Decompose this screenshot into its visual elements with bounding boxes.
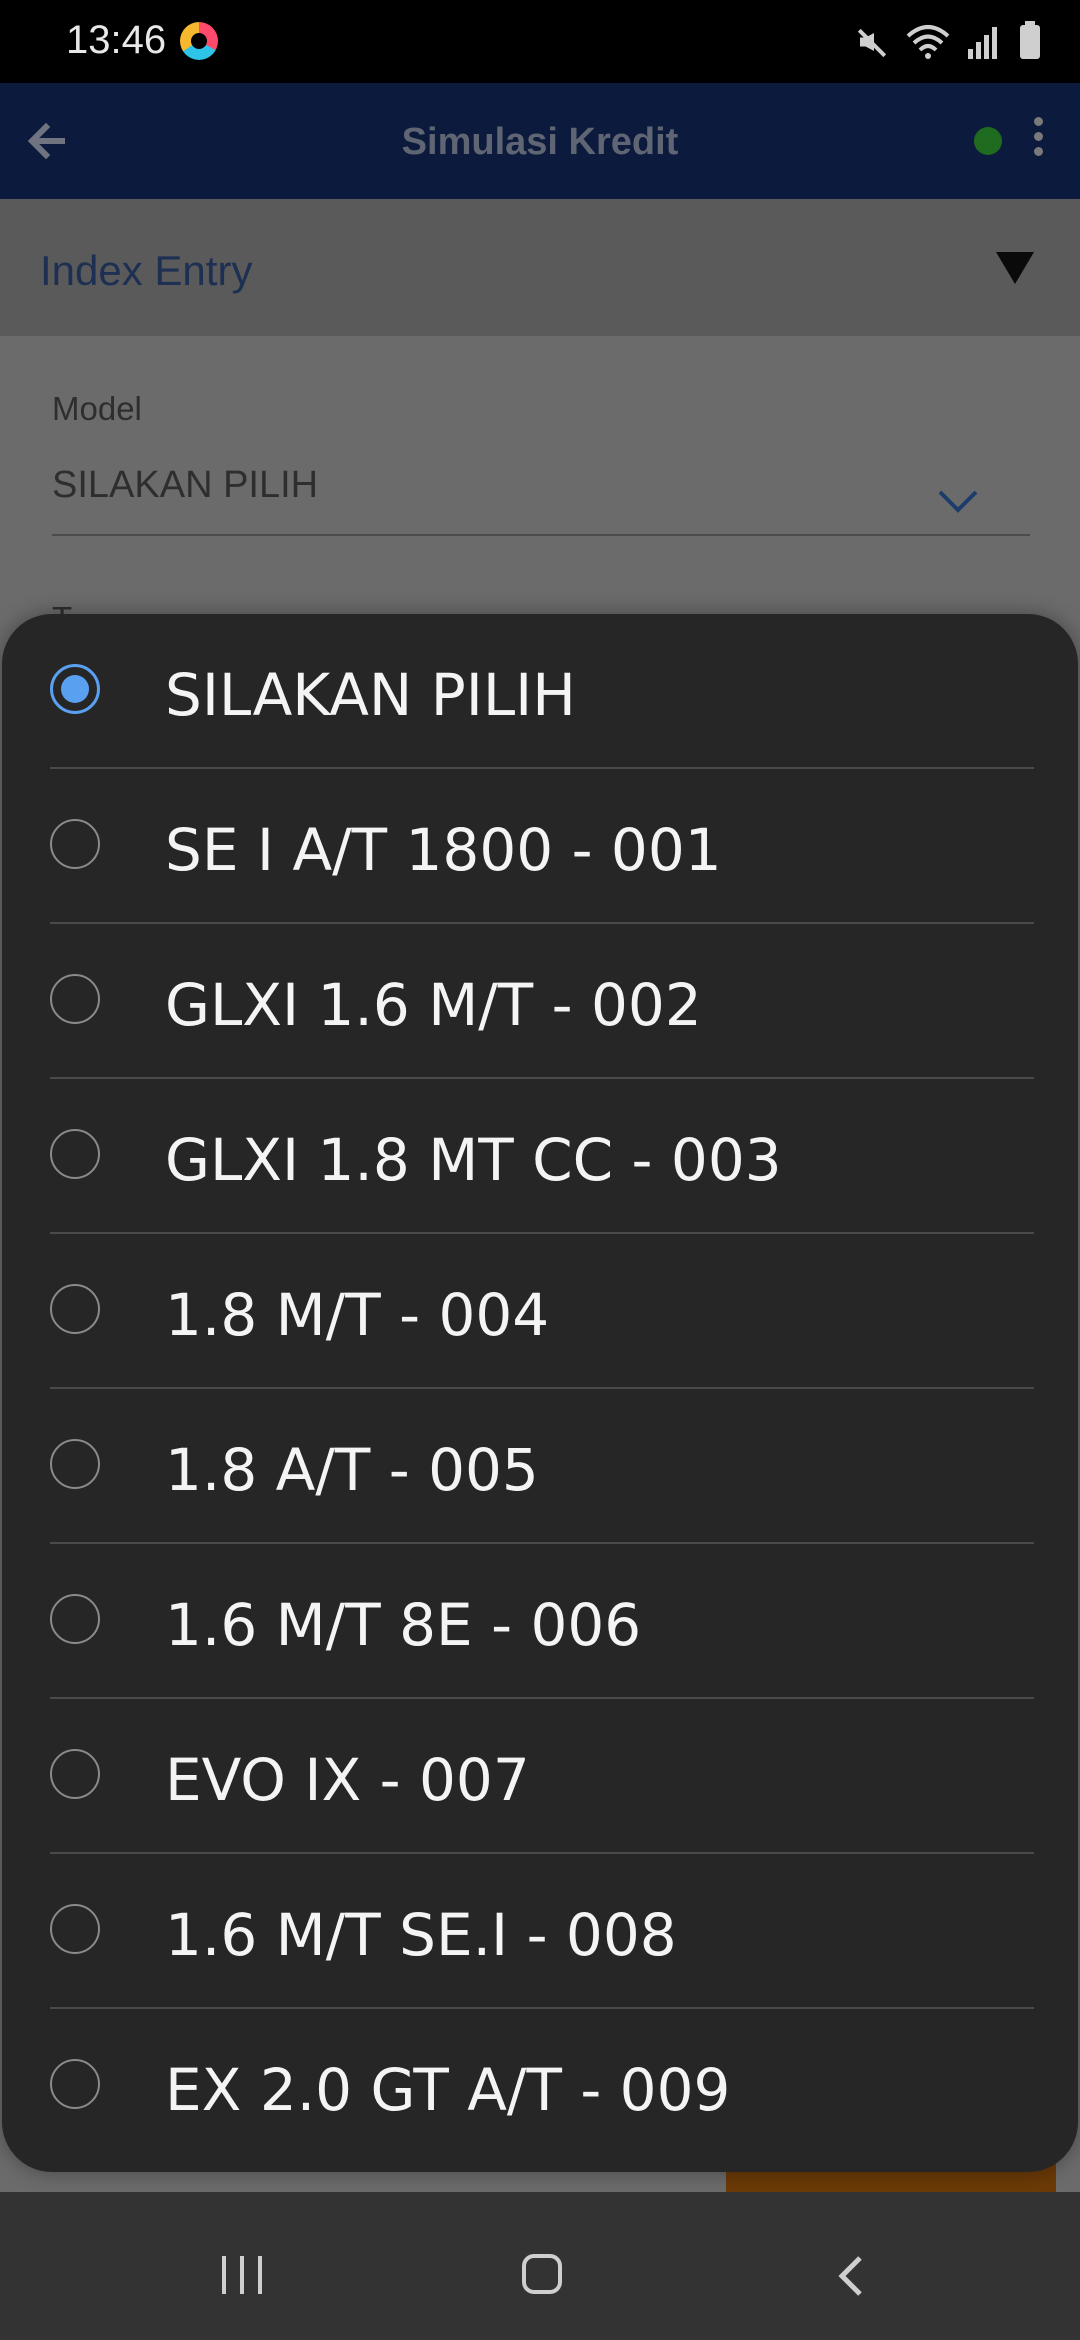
radio-selected-icon[interactable] [50,664,100,714]
model-select-dialog: SILAKAN PILIH SE I A/T 1800 - 001 GLXI 1… [2,614,1078,2172]
option-item[interactable]: GLXI 1.8 MT CC - 003 [2,1079,1078,1234]
chevron-down-icon[interactable] [936,486,980,516]
option-label: 1.6 M/T SE.I - 008 [165,1901,677,1969]
status-time: 13:46 [66,18,167,62]
option-item[interactable]: EX 2.0 GT A/T - 009 [2,2009,1078,2164]
option-item[interactable]: EVO IX - 007 [2,1699,1078,1854]
status-bar: 13:46 [0,0,1080,83]
radio-unselected-icon[interactable] [50,1284,100,1334]
mute-icon [854,25,888,59]
model-value[interactable]: SILAKAN PILIH [52,464,318,507]
app-title: Simulasi Kredit [401,121,679,163]
app-bar: Simulasi Kredit [0,83,1080,199]
option-label: EVO IX - 007 [165,1746,530,1814]
model-label: Model [52,390,142,427]
option-label: SILAKAN PILIH [165,661,576,729]
radio-unselected-icon[interactable] [50,1594,100,1644]
option-label: SE I A/T 1800 - 001 [165,816,722,884]
option-label: EX 2.0 GT A/T - 009 [165,2056,731,2124]
home-icon[interactable] [522,2254,562,2294]
status-icons [854,18,1040,66]
screen: 13:46 Simulasi Kredit Index Entry Model … [0,0,1080,2340]
option-item[interactable]: GLXI 1.6 M/T - 002 [2,924,1078,1079]
more-vertical-icon[interactable] [1028,117,1048,165]
radio-unselected-icon[interactable] [50,2059,100,2109]
system-nav-bar [0,2192,1080,2340]
triangle-down-icon[interactable] [996,252,1034,284]
radio-unselected-icon[interactable] [50,1439,100,1489]
option-item[interactable]: SILAKAN PILIH [2,614,1078,769]
recent-apps-icon[interactable] [222,2256,262,2294]
option-label: 1.8 A/T - 005 [165,1436,539,1504]
section-title: Index Entry [40,247,253,294]
notification-app-icon [180,22,218,60]
option-item[interactable]: 1.6 M/T 8E - 006 [2,1544,1078,1699]
signal-icon [968,25,1002,59]
option-label: 1.6 M/T 8E - 006 [165,1591,642,1659]
option-item[interactable]: 1.8 M/T - 004 [2,1234,1078,1389]
option-label: GLXI 1.6 M/T - 002 [165,971,702,1039]
option-label: GLXI 1.8 MT CC - 003 [165,1126,782,1194]
wifi-icon [906,24,950,60]
section-header[interactable]: Index Entry [0,199,1080,336]
online-status-dot [974,127,1002,155]
model-field-underline [52,534,1030,536]
option-item[interactable]: 1.8 A/T - 005 [2,1389,1078,1544]
radio-unselected-icon[interactable] [50,819,100,869]
nav-back-icon[interactable] [830,2252,870,2300]
battery-icon [1020,21,1040,59]
radio-unselected-icon[interactable] [50,1129,100,1179]
option-label: 1.8 M/T - 004 [165,1281,550,1349]
option-item[interactable]: 1.6 M/T SE.I - 008 [2,1854,1078,2009]
radio-unselected-icon[interactable] [50,1904,100,1954]
option-item[interactable]: SE I A/T 1800 - 001 [2,769,1078,924]
radio-unselected-icon[interactable] [50,1749,100,1799]
radio-unselected-icon[interactable] [50,974,100,1024]
